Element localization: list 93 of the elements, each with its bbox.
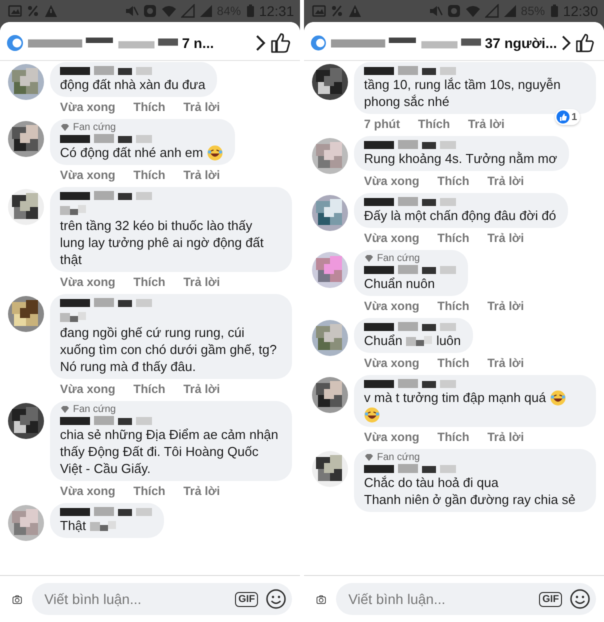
laughing-emoji-icon <box>364 407 380 423</box>
signal-icon <box>180 4 195 18</box>
like-link[interactable]: Thích <box>437 174 470 188</box>
warning-icon <box>348 4 362 18</box>
comment-text: đang ngồi ghế cứ rung rung, cúi xuống tìm con chó dưới gầm ghế, tg? Nó rung mà đ thấy đâu. <box>60 324 278 375</box>
header-title: 37 người... <box>484 35 558 51</box>
diamond-icon <box>60 405 70 414</box>
percent-icon <box>26 4 40 18</box>
like-link[interactable]: Thích <box>133 100 166 114</box>
comment-text: Chắc do tàu hoả đi qua <box>364 474 498 491</box>
mute-icon <box>124 4 139 18</box>
comment-text: Rung khoảng 4s. Tưởng nằm mơ <box>364 150 558 167</box>
comment-text: trên tầng 32 kéo bi thuốc lào thấy lung lay tưởng phê ai ngờ động đất thật <box>60 217 265 268</box>
chevron-right-icon[interactable] <box>255 34 266 52</box>
comment-text: Chuẩn <box>364 332 402 349</box>
comment-text: Có động đất nhé anh em <box>60 144 204 161</box>
comment-time: Vừa xong <box>60 484 116 498</box>
comment-text: tầng 10, rung lắc tầm 10s, nguyễn phong sắc nhé <box>364 76 562 110</box>
reply-link[interactable]: Trả lời <box>468 117 505 131</box>
smiley-icon[interactable] <box>570 589 590 609</box>
diamond-icon <box>60 123 70 132</box>
comment-text: luôn <box>436 332 461 349</box>
comment-time: Vừa xong <box>364 231 420 245</box>
like-link[interactable]: Thích <box>418 117 450 131</box>
comment-field[interactable]: Viết bình luận... GIF <box>32 583 292 615</box>
percent-icon <box>330 4 344 18</box>
thumbs-up-icon <box>556 110 570 124</box>
comment-time: 7 phút <box>364 117 400 131</box>
censored-text-drawing <box>60 203 86 217</box>
wifi-icon <box>464 4 481 18</box>
like-link[interactable]: Thích <box>437 430 470 444</box>
reply-link[interactable]: Trả lời <box>183 100 220 114</box>
reply-link[interactable]: Trả lời <box>183 382 220 396</box>
comment-time: Vừa xong <box>60 382 116 396</box>
image-icon <box>8 4 22 18</box>
comment-time: Vừa xong <box>364 174 420 188</box>
fan-label: Fan cứng <box>377 253 420 264</box>
comment-time: Vừa xong <box>60 275 116 289</box>
reply-link[interactable]: Trả lời <box>183 168 220 182</box>
chevron-right-icon[interactable] <box>561 34 572 52</box>
comment-time: Vừa xong <box>60 168 116 182</box>
comment-time: Vừa xong <box>364 299 420 313</box>
laughing-emoji-icon <box>550 390 566 406</box>
signal-icon <box>198 4 213 18</box>
like-link[interactable]: Thích <box>437 231 470 245</box>
comment-text: Thanh niên ở gần đường ray chia sẻ <box>364 491 576 508</box>
image-icon <box>312 4 326 18</box>
signal-icon <box>484 4 499 18</box>
comment-text: v mà t tưởng tim đập mạnh quá <box>364 389 546 406</box>
gif-button[interactable]: GIF <box>235 592 258 606</box>
like-link[interactable]: Thích <box>437 356 470 370</box>
reply-link[interactable]: Trả lời <box>487 356 524 370</box>
laughing-emoji-icon <box>207 145 224 161</box>
fan-label: Fan cứng <box>73 122 116 133</box>
like-link[interactable]: Thích <box>133 275 166 289</box>
reaction-count: 1 <box>555 109 580 125</box>
reply-link[interactable]: Trả lời <box>487 174 524 188</box>
wifi-icon <box>160 4 177 18</box>
reply-link[interactable]: Trả lời <box>487 299 524 313</box>
fan-label: Fan cứng <box>377 452 420 463</box>
reply-link[interactable]: Trả lời <box>487 430 524 444</box>
mute-icon <box>428 4 443 18</box>
comment-time: Vừa xong <box>364 356 420 370</box>
comment-text: chia sẻ những Địa Điểm ae cảm nhận thấy Động Đất đi. Tôi Hoàng Quốc Việt - Cầu Giấy. <box>60 426 280 477</box>
comment-text: Đấy là một chấn động đâu đời đó <box>364 207 556 224</box>
warning-icon <box>44 4 58 18</box>
comment-field[interactable]: Viết bình luận... GIF <box>336 583 596 615</box>
signal-icon <box>502 4 517 18</box>
smiley-icon[interactable] <box>266 589 286 609</box>
reply-link[interactable]: Trả lời <box>183 484 220 498</box>
thumbs-up-icon[interactable] <box>575 32 596 54</box>
reply-link[interactable]: Trả lời <box>487 231 524 245</box>
comment-time: Vừa xong <box>60 100 116 114</box>
comment-text: Chuẩn nuôn <box>364 275 435 292</box>
comment-text: Thật <box>60 517 86 534</box>
censored-text-drawing <box>90 519 116 533</box>
comment-text: động đất nhà xàn đu đưa <box>60 76 206 93</box>
diamond-icon <box>364 453 374 462</box>
diamond-icon <box>364 254 374 263</box>
censored-text-drawing <box>60 310 86 324</box>
gif-button[interactable]: GIF <box>539 592 562 606</box>
fan-label: Fan cứng <box>73 404 116 415</box>
like-link[interactable]: Thích <box>133 168 166 182</box>
comment-time: Vừa xong <box>364 430 420 444</box>
battery-icon <box>244 4 255 18</box>
header-title: 7 n... <box>182 35 215 51</box>
reply-link[interactable]: Trả lời <box>183 275 220 289</box>
battery-icon <box>548 4 559 18</box>
censored-text-drawing <box>406 334 432 348</box>
like-link[interactable]: Thích <box>437 299 470 313</box>
like-link[interactable]: Thích <box>133 382 166 396</box>
like-link[interactable]: Thích <box>133 484 166 498</box>
thumbs-up-icon[interactable] <box>270 32 292 54</box>
